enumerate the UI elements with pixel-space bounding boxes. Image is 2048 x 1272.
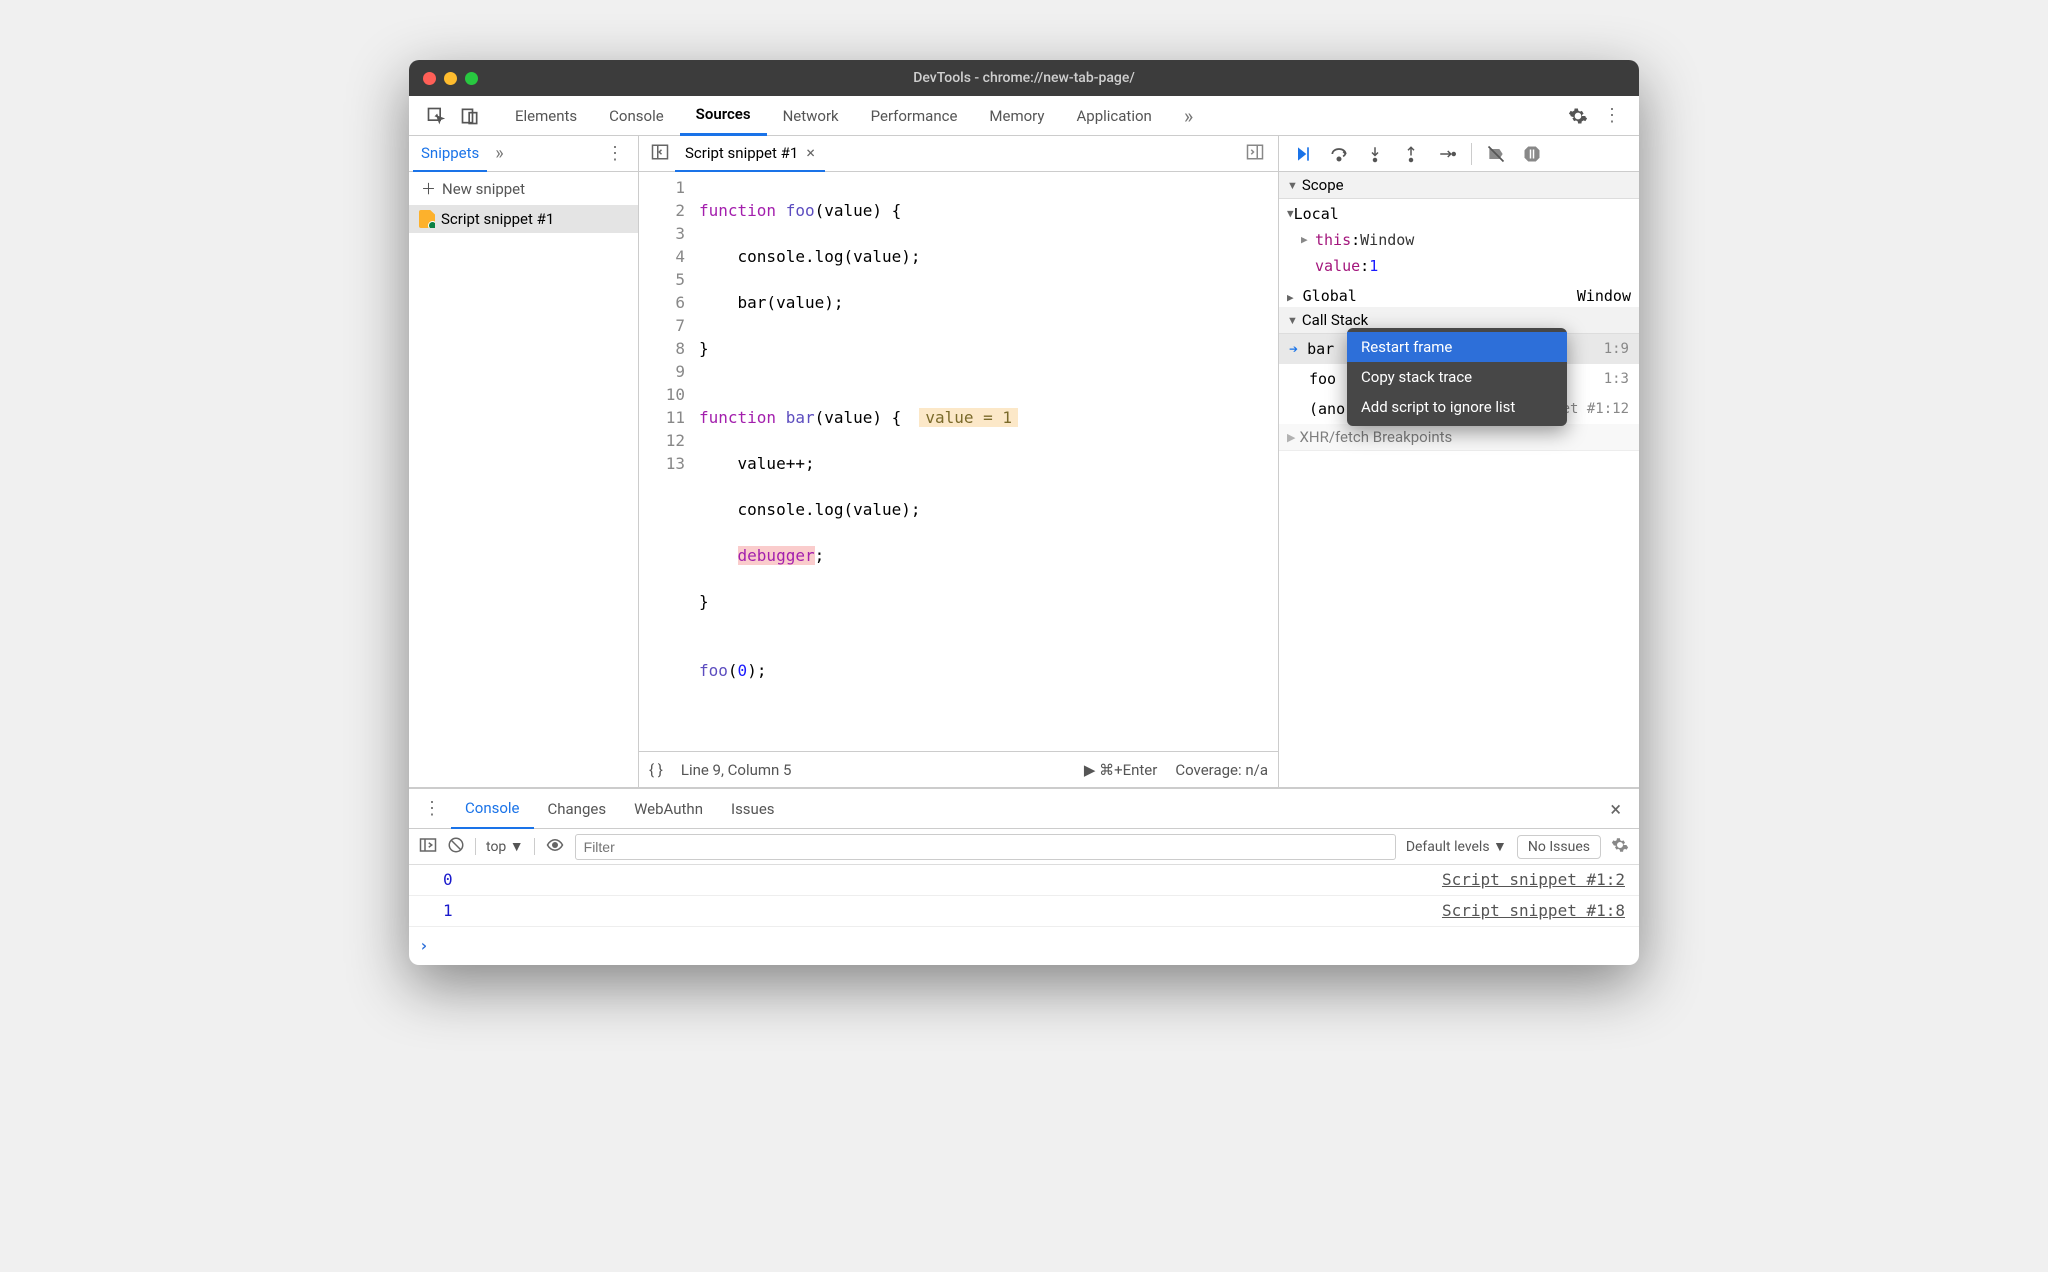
xhr-breakpoints-header[interactable]: ▶ XHR/fetch Breakpoints	[1279, 424, 1639, 451]
resume-button[interactable]	[1287, 138, 1319, 170]
drawer-tab-console[interactable]: Console	[451, 789, 534, 829]
toggle-debugger-pane-icon[interactable]	[1238, 143, 1272, 165]
cursor-position: Line 9, Column 5	[681, 761, 792, 779]
triangle-right-icon: ▶	[1287, 291, 1294, 304]
navigator-tabs: Snippets » ⋮	[409, 136, 638, 172]
tab-console[interactable]: Console	[593, 96, 680, 136]
console-source-link[interactable]: Script snippet #1:2	[1442, 865, 1625, 895]
triangle-right-icon: ▶	[1287, 431, 1295, 444]
triangle-right-icon[interactable]: ▶	[1301, 227, 1315, 253]
menu-restart-frame[interactable]: Restart frame	[1347, 332, 1567, 362]
step-button[interactable]	[1431, 138, 1463, 170]
tab-application[interactable]: Application	[1061, 96, 1168, 136]
drawer-tabbar: ⋮ Console Changes WebAuthn Issues ×	[409, 789, 1639, 829]
console-prompt[interactable]: ›	[409, 927, 1639, 965]
debugger-pane: ▼ Scope ▼Local ▶this: Window value: 1 ▶ …	[1279, 136, 1639, 787]
drawer-tab-changes[interactable]: Changes	[534, 789, 621, 829]
code-content: function foo(value) { console.log(value)…	[699, 176, 1278, 751]
devtools-window: DevTools - chrome://new-tab-page/ Elemen…	[409, 60, 1639, 965]
step-out-button[interactable]	[1395, 138, 1427, 170]
menu-add-to-ignore-list[interactable]: Add script to ignore list	[1347, 392, 1567, 422]
scope-section-header[interactable]: ▼ Scope	[1279, 172, 1639, 199]
editor-status-bar: { } Line 9, Column 5 ▶ ⌘+Enter Coverage:…	[639, 751, 1278, 787]
deactivate-breakpoints-button[interactable]	[1480, 138, 1512, 170]
no-issues-button[interactable]: No Issues	[1517, 835, 1601, 859]
triangle-down-icon: ▼	[1287, 179, 1298, 192]
console-toolbar: top ▼ Default levels ▼ No Issues	[409, 829, 1639, 865]
console-output: 0 Script snippet #1:2 1 Script snippet #…	[409, 865, 1639, 965]
device-toolbar-icon[interactable]	[453, 96, 487, 136]
triangle-down-icon: ▼	[1287, 314, 1298, 327]
triangle-down-icon: ▼	[1287, 201, 1294, 227]
sources-content: Snippets » ⋮ ＋ New snippet Script snippe…	[409, 136, 1639, 788]
tab-network[interactable]: Network	[767, 96, 855, 136]
pretty-print-icon[interactable]: { }	[649, 761, 663, 779]
drawer-more-icon[interactable]: ⋮	[413, 798, 451, 819]
run-snippet-button[interactable]: ▶ ⌘+Enter	[1084, 761, 1158, 779]
tabs-overflow-button[interactable]: »	[1168, 96, 1209, 136]
context-menu: Restart frame Copy stack trace Add scrip…	[1347, 328, 1567, 426]
console-source-link[interactable]: Script snippet #1:8	[1442, 896, 1625, 926]
inline-value-hint: value = 1	[919, 408, 1018, 427]
line-gutter: 1 2 3 4 5 6 7 8 9 10 11 12 13	[639, 176, 699, 751]
scope-title: Scope	[1302, 176, 1344, 194]
console-sidebar-toggle-icon[interactable]	[419, 836, 437, 858]
live-expression-icon[interactable]	[545, 836, 565, 858]
navigator-more-icon[interactable]: ⋮	[596, 143, 634, 164]
window-title: DevTools - chrome://new-tab-page/	[409, 70, 1639, 86]
code-editor: Script snippet #1 × 1 2 3 4 5 6 7 8 9 10…	[639, 136, 1279, 787]
step-over-button[interactable]	[1323, 138, 1355, 170]
tab-memory[interactable]: Memory	[973, 96, 1060, 136]
close-drawer-icon[interactable]: ×	[1596, 797, 1635, 821]
close-tab-icon[interactable]: ×	[806, 143, 815, 162]
drawer: ⋮ Console Changes WebAuthn Issues × top …	[409, 788, 1639, 965]
snippet-item-label: Script snippet #1	[441, 210, 554, 228]
tab-sources[interactable]: Sources	[680, 96, 767, 136]
snippet-file-icon	[419, 210, 435, 228]
scope-body: ▼Local ▶this: Window value: 1	[1279, 199, 1639, 285]
console-message: 1 Script snippet #1:8	[409, 896, 1639, 927]
pause-exceptions-button[interactable]	[1516, 138, 1548, 170]
log-levels-select[interactable]: Default levels ▼	[1406, 838, 1507, 855]
toggle-navigator-icon[interactable]	[645, 143, 675, 165]
console-settings-gear-icon[interactable]	[1611, 836, 1629, 858]
callstack-title: Call Stack	[1302, 311, 1368, 329]
new-snippet-label: New snippet	[442, 180, 525, 198]
more-menu-icon[interactable]: ⋮	[1595, 96, 1629, 136]
console-message: 0 Script snippet #1:2	[409, 865, 1639, 896]
local-scope-label: Local	[1294, 201, 1339, 227]
current-frame-arrow-icon: ➔	[1289, 340, 1298, 358]
drawer-tab-issues[interactable]: Issues	[717, 789, 789, 829]
editor-tab-label: Script snippet #1	[685, 144, 798, 162]
tab-elements[interactable]: Elements	[499, 96, 593, 136]
debugger-toolbar	[1279, 136, 1639, 172]
console-filter-input[interactable]	[575, 834, 1396, 860]
plus-icon: ＋	[421, 178, 436, 199]
tab-performance[interactable]: Performance	[855, 96, 974, 136]
navigator-overflow-icon[interactable]: »	[487, 143, 511, 164]
global-scope-row[interactable]: ▶ Global Window	[1279, 285, 1639, 307]
snippet-item[interactable]: Script snippet #1	[409, 205, 638, 233]
tab-snippets[interactable]: Snippets	[413, 136, 487, 172]
coverage-status: Coverage: n/a	[1175, 761, 1268, 779]
code-area[interactable]: 1 2 3 4 5 6 7 8 9 10 11 12 13 function f…	[639, 172, 1278, 751]
titlebar: DevTools - chrome://new-tab-page/	[409, 60, 1639, 96]
clear-console-icon[interactable]	[447, 836, 465, 858]
settings-gear-icon[interactable]	[1561, 96, 1595, 136]
editor-tabbar: Script snippet #1 ×	[639, 136, 1278, 172]
step-into-button[interactable]	[1359, 138, 1391, 170]
editor-tab[interactable]: Script snippet #1 ×	[675, 136, 825, 172]
drawer-tab-webauthn[interactable]: WebAuthn	[620, 789, 717, 829]
menu-copy-stack-trace[interactable]: Copy stack trace	[1347, 362, 1567, 392]
inspect-element-icon[interactable]	[419, 96, 453, 136]
execution-context-select[interactable]: top ▼	[475, 838, 535, 855]
navigator-sidebar: Snippets » ⋮ ＋ New snippet Script snippe…	[409, 136, 639, 787]
main-tabbar: Elements Console Sources Network Perform…	[409, 96, 1639, 136]
new-snippet-button[interactable]: ＋ New snippet	[409, 172, 638, 205]
